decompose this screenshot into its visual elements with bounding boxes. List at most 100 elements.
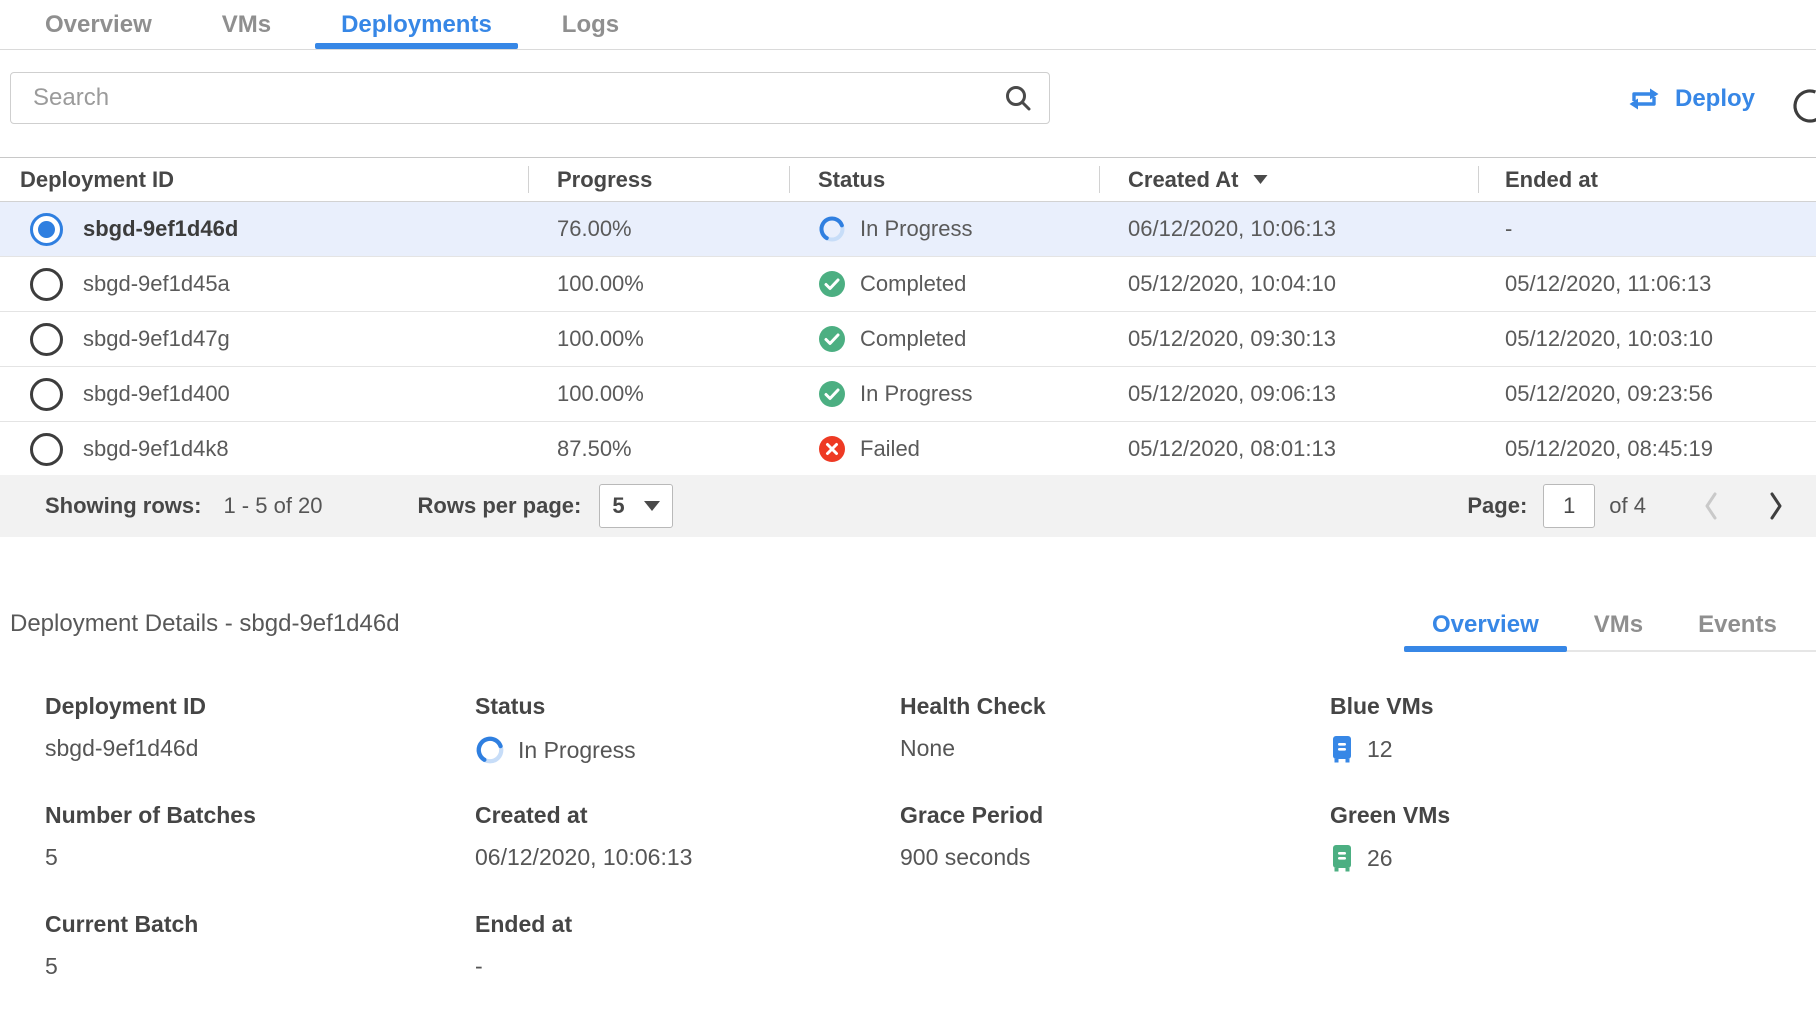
field-value: 12 — [1367, 736, 1393, 763]
tab-logs[interactable]: Logs — [562, 0, 619, 49]
radio-button[interactable] — [30, 433, 63, 466]
ended-at-cell: 05/12/2020, 09:23:56 — [1505, 381, 1713, 407]
search-icon[interactable] — [1003, 83, 1033, 113]
created-at-cell: 06/12/2020, 10:06:13 — [1128, 216, 1336, 242]
tab-vms-label: VMs — [222, 11, 271, 39]
field-label: Current Batch — [45, 911, 475, 938]
table-row[interactable]: sbgd-9ef1d46d 76.00% In Progress 06/12/2… — [0, 202, 1816, 257]
details-section-title: Deployment Details - sbgd-9ef1d46d — [10, 610, 400, 638]
tab-overview[interactable]: Overview — [45, 0, 152, 49]
field-value: 900 seconds — [900, 844, 1030, 871]
swap-arrows-icon — [1626, 84, 1662, 114]
deploy-button[interactable]: Deploy — [1626, 84, 1755, 114]
showing-rows-value: 1 - 5 of 20 — [223, 493, 322, 519]
tab-deployments-label: Deployments — [341, 11, 492, 39]
field-label: Ended at — [475, 911, 900, 938]
field-label: Status — [475, 693, 900, 720]
radio-button[interactable] — [30, 323, 63, 356]
tab-logs-label: Logs — [562, 11, 619, 39]
tab-deployments[interactable]: Deployments — [341, 0, 492, 49]
field-current-batch: Current Batch 5 — [45, 911, 475, 1020]
field-value: 06/12/2020, 10:06:13 — [475, 844, 692, 871]
chevron-down-icon — [644, 501, 660, 511]
radio-button[interactable] — [30, 268, 63, 301]
field-value: In Progress — [518, 737, 636, 764]
rows-per-page-label: Rows per page: — [418, 493, 582, 519]
radio-button[interactable] — [30, 378, 63, 411]
check-circle-icon — [818, 325, 846, 353]
table-row[interactable]: sbgd-9ef1d400 100.00% In Progress 05/12/… — [0, 367, 1816, 422]
field-value: 5 — [45, 953, 58, 980]
rows-per-page-select[interactable]: 5 — [599, 484, 673, 528]
field-label: Created at — [475, 802, 900, 829]
column-header-created-at[interactable]: Created At — [1099, 158, 1478, 201]
status-cell: Completed — [860, 271, 966, 297]
field-label: Health Check — [900, 693, 1330, 720]
field-status: Status In Progress — [475, 693, 900, 802]
column-header-label: Progress — [557, 167, 652, 193]
check-circle-icon — [818, 380, 846, 408]
column-header-deployment-id[interactable]: Deployment ID — [0, 158, 528, 201]
server-blue-icon — [1330, 735, 1354, 763]
column-header-ended-at[interactable]: Ended at — [1478, 158, 1816, 201]
details-grid: Deployment ID sbgd-9ef1d46d Status In Pr… — [45, 693, 1816, 1020]
field-deployment-id: Deployment ID sbgd-9ef1d46d — [45, 693, 475, 802]
details-tab-events[interactable]: Events — [1698, 600, 1777, 650]
field-value: sbgd-9ef1d46d — [45, 735, 198, 762]
column-header-progress[interactable]: Progress — [528, 158, 789, 201]
table-pagination: Showing rows: 1 - 5 of 20 Rows per page:… — [0, 475, 1816, 537]
field-value: - — [475, 953, 483, 980]
deployments-table: Deployment ID Progress Status Created At… — [0, 157, 1816, 477]
field-value: 26 — [1367, 845, 1393, 872]
table-row[interactable]: sbgd-9ef1d47g 100.00% Completed 05/12/20… — [0, 312, 1816, 367]
search-box[interactable] — [10, 72, 1050, 124]
field-health-check: Health Check None — [900, 693, 1330, 802]
top-tab-bar: Overview VMs Deployments Logs — [0, 0, 1816, 50]
page-label: Page: — [1467, 493, 1527, 519]
ended-at-cell: - — [1505, 216, 1512, 242]
sort-desc-icon[interactable] — [1252, 174, 1269, 185]
ended-at-cell: 05/12/2020, 11:06:13 — [1505, 271, 1711, 297]
field-label: Green VMs — [1330, 802, 1816, 829]
radio-button-selected[interactable] — [30, 213, 63, 246]
field-label: Deployment ID — [45, 693, 475, 720]
progress-cell: 76.00% — [557, 216, 632, 242]
ended-at-cell: 05/12/2020, 10:03:10 — [1505, 326, 1713, 352]
search-input[interactable] — [31, 83, 1003, 113]
field-ended-at: Ended at - — [475, 911, 900, 1020]
details-tab-overview[interactable]: Overview — [1432, 600, 1539, 650]
page-number-input[interactable] — [1543, 484, 1595, 528]
status-cell: Failed — [860, 436, 920, 462]
next-page-button[interactable] — [1766, 490, 1786, 522]
progress-cell: 100.00% — [557, 271, 644, 297]
refresh-icon[interactable] — [1788, 84, 1816, 128]
field-green-vms: Green VMs 26 — [1330, 802, 1816, 911]
table-row[interactable]: sbgd-9ef1d45a 100.00% Completed 05/12/20… — [0, 257, 1816, 312]
in-progress-spinner-icon — [818, 215, 846, 243]
x-circle-icon — [818, 435, 846, 463]
field-value: None — [900, 735, 955, 762]
column-header-status[interactable]: Status — [789, 158, 1099, 201]
progress-cell: 100.00% — [557, 381, 644, 407]
server-green-icon — [1330, 844, 1354, 872]
showing-rows-label: Showing rows: — [45, 493, 201, 519]
page-total-label: of 4 — [1609, 493, 1646, 519]
details-tab-overview-label: Overview — [1432, 611, 1539, 639]
progress-cell: 87.50% — [557, 436, 632, 462]
details-tab-vms[interactable]: VMs — [1594, 600, 1643, 650]
progress-cell: 100.00% — [557, 326, 644, 352]
created-at-cell: 05/12/2020, 09:30:13 — [1128, 326, 1336, 352]
field-value: 5 — [45, 844, 58, 871]
deployment-id-cell: sbgd-9ef1d4k8 — [83, 436, 229, 462]
tab-overview-label: Overview — [45, 11, 152, 39]
table-header: Deployment ID Progress Status Created At… — [0, 157, 1816, 202]
field-label: Blue VMs — [1330, 693, 1816, 720]
tab-vms[interactable]: VMs — [222, 0, 271, 49]
field-grace-period: Grace Period 900 seconds — [900, 802, 1330, 911]
column-header-label: Status — [818, 167, 885, 193]
deployment-id-cell: sbgd-9ef1d47g — [83, 326, 230, 352]
table-row[interactable]: sbgd-9ef1d4k8 87.50% Failed 05/12/2020, … — [0, 422, 1816, 477]
deployment-id-cell: sbgd-9ef1d45a — [83, 271, 230, 297]
column-header-label: Ended at — [1505, 167, 1598, 193]
previous-page-button[interactable] — [1701, 490, 1721, 522]
